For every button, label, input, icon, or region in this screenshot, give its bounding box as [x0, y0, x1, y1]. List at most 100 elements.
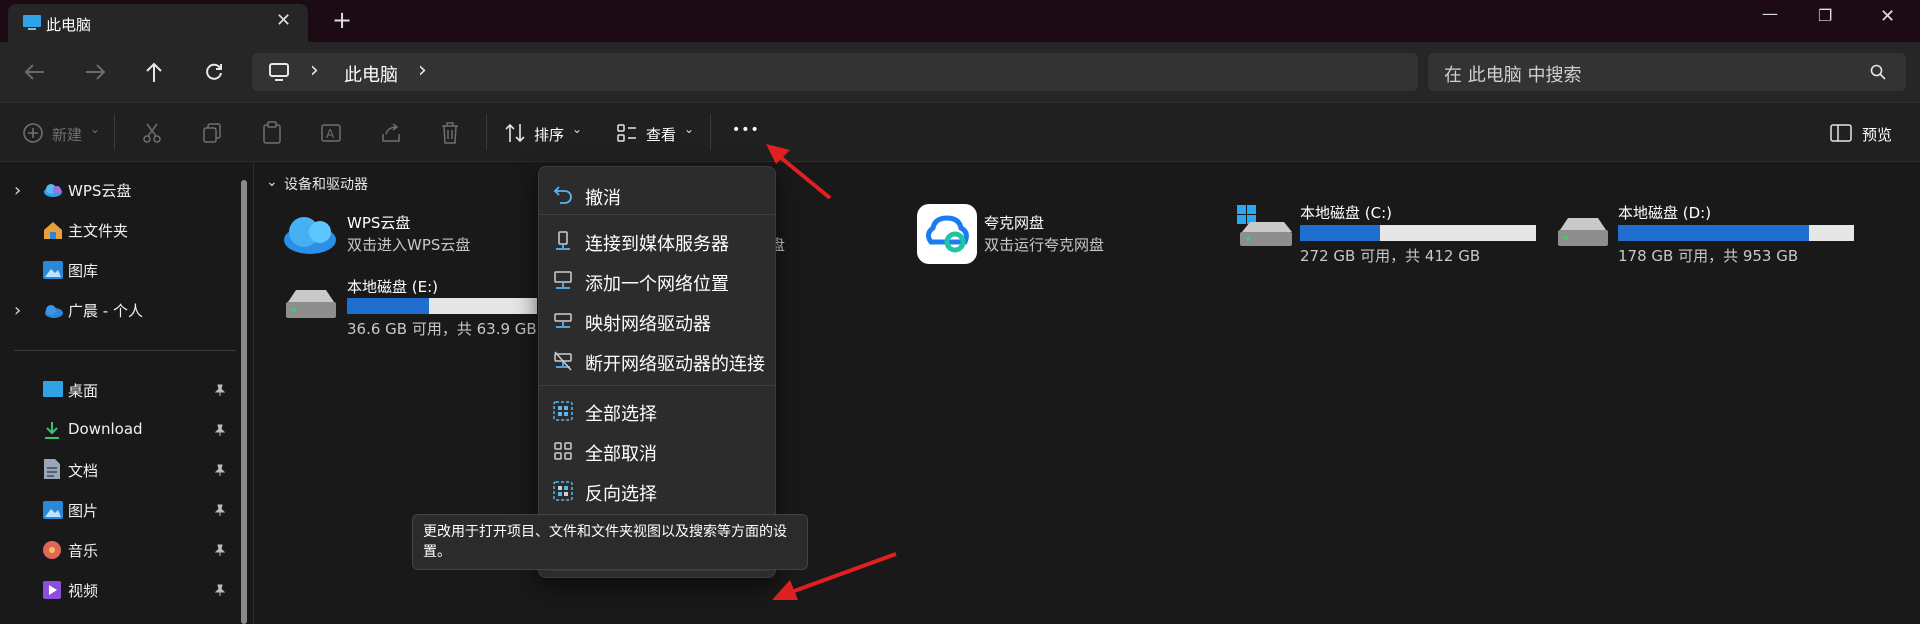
drive-subtitle: 36.6 GB 可用，共 63.9 GB [347, 320, 537, 338]
cut-icon[interactable] [142, 122, 162, 144]
breadcrumb-expand-chevron[interactable]: › [418, 58, 427, 83]
pin-icon[interactable] [214, 464, 226, 476]
group-collapse-chevron[interactable]: ⌄ [266, 174, 278, 190]
wps-cloud-icon [44, 184, 62, 197]
menu-item-label: 添加一个网络位置 [585, 274, 729, 295]
annotation-arrow-icon [766, 144, 832, 200]
tab-close-button[interactable]: ✕ [276, 10, 291, 31]
select-none-icon [554, 442, 572, 460]
menu-item-select-none[interactable]: 全部取消 [539, 431, 775, 471]
paste-icon[interactable] [262, 121, 282, 145]
sidebar-divider [14, 350, 236, 351]
menu-item-undo[interactable]: 撤消 [539, 175, 775, 215]
network-location-icon [554, 271, 572, 289]
quark-drive-icon[interactable] [917, 204, 977, 264]
new-tab-button[interactable]: + [332, 6, 352, 34]
menu-item-connect-media-server[interactable]: 连接到媒体服务器 [539, 221, 775, 261]
breadcrumb-chevron[interactable]: › [310, 58, 319, 83]
command-bar [0, 102, 1920, 162]
drive-name[interactable]: 本地磁盘 (E:) [347, 276, 438, 297]
menu-item-map-network-drive[interactable]: 映射网络驱动器 [539, 301, 775, 341]
menu-item-label: 全部取消 [585, 444, 657, 465]
drive-subtitle: 双击进入WPS云盘 [347, 236, 471, 254]
sort-icon [505, 123, 525, 143]
pictures-icon [43, 501, 63, 519]
menu-item-disconnect-network-drive[interactable]: 断开网络驱动器的连接 [539, 341, 775, 381]
hard-drive-icon[interactable] [282, 286, 340, 322]
menu-item-label: 连接到媒体服务器 [585, 234, 729, 255]
drive-name[interactable]: 本地磁盘 (C:) [1300, 202, 1392, 223]
search-icon[interactable] [1870, 64, 1886, 80]
invert-selection-icon [553, 481, 573, 501]
view-button[interactable]: 查看 [646, 124, 676, 145]
sort-button[interactable]: 排序 [534, 124, 564, 145]
forward-arrow-icon[interactable] [84, 62, 106, 82]
drive-name[interactable]: 夸克网盘 [984, 212, 1044, 233]
pin-icon[interactable] [214, 544, 226, 556]
tab-title: 此电脑 [46, 16, 92, 34]
disconnect-drive-icon [554, 351, 572, 371]
tooltip-text: 更改用于打开项目、文件和文件夹视图以及搜索等方面的设置。 [423, 524, 787, 560]
back-arrow-icon[interactable] [24, 62, 46, 82]
share-icon[interactable] [380, 122, 402, 144]
map-drive-icon [554, 313, 572, 328]
delete-icon[interactable] [440, 121, 460, 145]
music-icon [43, 541, 61, 559]
menu-separator [539, 385, 775, 386]
drive-usage-bar [347, 298, 537, 314]
toolbar-separator [710, 114, 711, 150]
monitor-icon [23, 15, 41, 30]
menu-item-select-all[interactable]: 全部选择 [539, 391, 775, 431]
tab-this-pc[interactable]: 此电脑 ✕ [8, 4, 308, 42]
onedrive-icon [45, 305, 63, 318]
svg-text:A: A [326, 127, 335, 141]
documents-icon [44, 459, 60, 479]
drive-name[interactable]: WPS云盘 [347, 212, 410, 233]
wps-cloud-drive-icon[interactable] [280, 208, 340, 256]
window-close-button[interactable]: ✕ [1880, 6, 1895, 27]
toolbar-separator [486, 114, 487, 150]
menu-item-label: 撤消 [585, 188, 621, 209]
menu-item-invert-selection[interactable]: 反向选择 [539, 471, 775, 511]
up-arrow-icon[interactable] [144, 61, 164, 83]
view-dropdown-chevron: ⌄ [684, 122, 695, 136]
media-server-icon [556, 231, 570, 250]
home-icon [44, 222, 62, 239]
menu-item-label: 全部选择 [585, 404, 657, 425]
download-icon [45, 422, 59, 439]
preview-button[interactable]: 预览 [1862, 124, 1892, 145]
drive-subtitle: 272 GB 可用，共 412 GB [1300, 247, 1481, 265]
see-more-button[interactable]: ••• [732, 122, 760, 138]
menu-item-label: 反向选择 [585, 484, 657, 505]
view-icon [617, 124, 636, 142]
sort-dropdown-chevron: ⌄ [572, 122, 583, 136]
expand-chevron-icon[interactable]: › [14, 300, 21, 321]
menu-item-label: 映射网络驱动器 [585, 314, 711, 335]
minimize-button[interactable]: — [1762, 4, 1778, 23]
copy-icon[interactable] [202, 122, 222, 144]
menu-item-add-network-location[interactable]: 添加一个网络位置 [539, 261, 775, 301]
refresh-icon[interactable] [204, 62, 224, 82]
computer-icon [269, 63, 289, 81]
breadcrumb-this-pc[interactable]: 此电脑 [344, 61, 398, 87]
select-all-icon [553, 401, 573, 421]
search-input[interactable]: 在 此电脑 中搜索 [1444, 61, 1581, 87]
drive-subtitle: 178 GB 可用，共 953 GB [1618, 247, 1799, 265]
drive-name[interactable]: 本地磁盘 (D:) [1618, 202, 1711, 223]
system-drive-icon[interactable] [1236, 204, 1294, 250]
new-button[interactable]: 新建 [52, 124, 82, 145]
new-plus-icon [23, 123, 43, 143]
hard-drive-icon[interactable] [1554, 214, 1612, 250]
pin-icon[interactable] [214, 504, 226, 516]
group-title[interactable]: 设备和驱动器 [284, 174, 368, 194]
expand-chevron-icon[interactable]: › [14, 180, 21, 201]
restore-button[interactable]: ❐ [1818, 6, 1832, 25]
rename-icon[interactable]: A [320, 122, 344, 144]
preview-pane-icon [1830, 124, 1852, 142]
drive-subtitle: 双击运行夸克网盘 [984, 236, 1105, 254]
pin-icon[interactable] [214, 584, 226, 596]
address-bar[interactable] [252, 53, 1418, 91]
drive-usage-bar [1618, 225, 1854, 241]
pin-icon[interactable] [214, 424, 226, 436]
pin-icon[interactable] [214, 384, 226, 396]
